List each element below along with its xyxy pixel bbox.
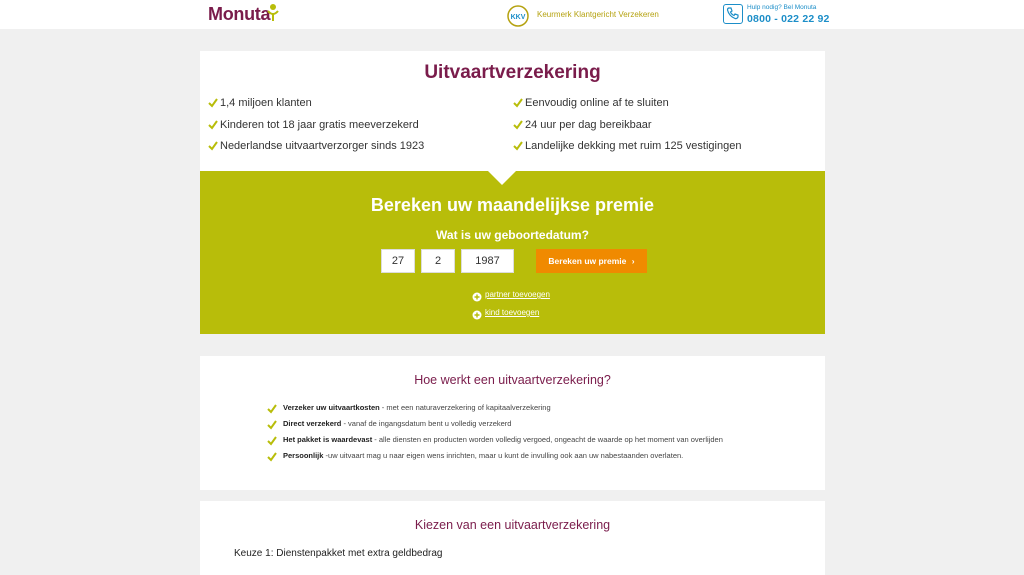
- check-icon: [267, 436, 277, 446]
- check-icon: [267, 452, 277, 462]
- how-item: Verzeker uw uitvaartkosten - met een nat…: [283, 403, 551, 412]
- birth-day-input[interactable]: 27: [381, 249, 415, 273]
- premium-calculator: Bereken uw maandelijkse premie Wat is uw…: [200, 171, 825, 334]
- check-icon: [513, 120, 523, 130]
- kkv-badge-icon: KKV: [507, 5, 529, 32]
- how-item-text: -uw uitvaart mag u naar eigen wens inric…: [323, 451, 684, 460]
- how-item-text: - met een naturaverzekering of kapitaalv…: [379, 403, 551, 412]
- how-item-text: - alle diensten en producten worden voll…: [372, 435, 723, 444]
- usp-item: Nederlandse uitvaartverzorger sinds 1923: [220, 140, 425, 152]
- check-icon: [513, 141, 523, 151]
- how-item: Direct verzekerd - vanaf de ingangsdatum…: [283, 419, 511, 428]
- calculate-premium-label: Bereken uw premie: [548, 256, 627, 266]
- check-icon: [267, 420, 277, 430]
- choosing-card: Kiezen van een uitvaartverzekering Keuze…: [200, 501, 825, 575]
- choosing-title: Kiezen van een uitvaartverzekering: [414, 518, 611, 532]
- monuta-logo-mark-icon: [267, 3, 279, 28]
- calculator-title: Bereken uw maandelijkse premie: [370, 195, 655, 215]
- page-title: Uitvaartverzekering: [424, 62, 601, 83]
- how-item-bold: Het pakket is waardevast: [283, 435, 373, 444]
- usp-item: Landelijke dekking met ruim 125 vestigin…: [525, 140, 742, 152]
- how-it-works-title: Hoe werkt een uitvaartverzekering?: [414, 373, 611, 387]
- check-icon: [208, 98, 218, 108]
- check-icon: [267, 404, 277, 414]
- option-1-heading: Keuze 1: Dienstenpakket met extra geldbe…: [234, 548, 443, 559]
- section-notch: [488, 171, 516, 185]
- how-item-bold: Persoonlijk: [283, 451, 324, 460]
- usp-card: Uitvaartverzekering 1,4 miljoen klanten …: [200, 51, 825, 171]
- kkv-badge-text: KKV: [511, 14, 526, 21]
- how-item-bold: Verzeker uw uitvaartkosten: [283, 403, 380, 412]
- how-it-works-card: Hoe werkt een uitvaartverzekering? Verze…: [200, 356, 825, 490]
- check-icon: [208, 120, 218, 130]
- usp-item: Kinderen tot 18 jaar gratis meeverzekerd: [220, 119, 419, 131]
- help-text: Hulp nodig? Bel Monuta: [747, 4, 817, 11]
- chevron-right-icon: ›: [631, 256, 635, 266]
- usp-item: 24 uur per dag bereikbaar: [525, 119, 652, 131]
- add-partner-link[interactable]: partner toevoegen: [485, 290, 550, 299]
- birth-year-input[interactable]: 1987: [461, 249, 514, 273]
- add-child-link[interactable]: kind toevoegen: [485, 308, 539, 317]
- how-item: Persoonlijk -uw uitvaart mag u naar eige…: [283, 451, 683, 460]
- how-item-text: - vanaf de ingangsdatum bent u volledig …: [341, 419, 512, 428]
- plus-circle-icon[interactable]: [472, 289, 482, 302]
- check-icon: [208, 141, 218, 151]
- phone-icon[interactable]: [723, 4, 743, 24]
- how-item: Het pakket is waardevast - alle diensten…: [283, 435, 723, 444]
- how-item-bold: Direct verzekerd: [283, 419, 342, 428]
- calculate-premium-button[interactable]: Bereken uw premie ›: [536, 249, 647, 273]
- phone-number-link[interactable]: 0800 - 022 22 92: [747, 13, 830, 25]
- usp-item: 1,4 miljoen klanten: [220, 97, 312, 109]
- usp-item: Eenvoudig online af te sluiten: [525, 97, 669, 109]
- top-header: Monuta KKV Keurmerk Klantgericht Verzeke…: [0, 0, 1024, 29]
- birth-month-input[interactable]: 2: [421, 249, 455, 273]
- plus-circle-icon[interactable]: [472, 307, 482, 320]
- kkv-label: Keurmerk Klantgericht Verzekeren: [537, 10, 659, 19]
- birthdate-question: Wat is uw geboortedatum?: [436, 228, 589, 242]
- monuta-logo[interactable]: Monuta: [208, 4, 270, 25]
- check-icon: [513, 98, 523, 108]
